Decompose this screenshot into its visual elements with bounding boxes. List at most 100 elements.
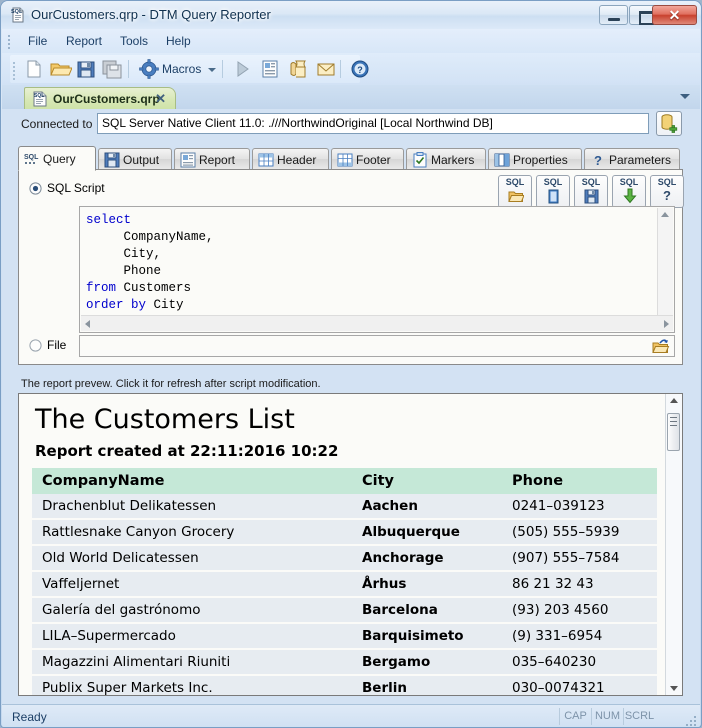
open-folder-refresh-icon[interactable] bbox=[652, 338, 670, 355]
status-message: Ready bbox=[12, 710, 47, 724]
status-badge-cap: CAP bbox=[559, 708, 591, 725]
table-row: Galería del gastrónomoBarcelona(93) 203 … bbox=[32, 597, 657, 623]
table-cell-phone: 86 21 32 43 bbox=[502, 571, 657, 597]
tab-report[interactable]: Report bbox=[174, 148, 250, 170]
sql-script-radio[interactable] bbox=[29, 182, 42, 195]
scroll-up-arrow-icon[interactable] bbox=[661, 212, 669, 217]
table-cell-phone: (93) 203 4560 bbox=[502, 597, 657, 623]
chevron-down-icon[interactable] bbox=[680, 94, 690, 99]
script-icon[interactable] bbox=[286, 58, 310, 80]
tab-label: Header bbox=[277, 153, 316, 167]
menu-item-report[interactable]: Report bbox=[60, 32, 108, 50]
tab-header[interactable]: Header bbox=[252, 148, 329, 170]
table-cell-phone: (907) 555–7584 bbox=[502, 545, 657, 571]
report-table: CompanyName City Phone Drachenblut Delik… bbox=[32, 468, 657, 696]
close-icon: ✕ bbox=[653, 6, 696, 24]
save-all-icon[interactable] bbox=[100, 58, 124, 80]
sql-help-button[interactable]: SQL ? bbox=[650, 175, 684, 208]
scroll-left-arrow-icon[interactable] bbox=[85, 320, 90, 328]
sql-button-label: SQL bbox=[575, 177, 607, 187]
table-cell-city: Anchorage bbox=[352, 545, 502, 571]
sql-button-label: SQL bbox=[651, 177, 683, 187]
tab-parameters[interactable]: ? Parameters bbox=[584, 148, 680, 170]
document-tab-strip: SQL OurCustomers.qrp ✕ bbox=[2, 85, 700, 110]
menu-item-tools[interactable]: Tools bbox=[114, 32, 154, 50]
tab-query[interactable]: SQL Query bbox=[18, 146, 96, 171]
report-preview[interactable]: The Customers List Report created at 22:… bbox=[18, 393, 683, 696]
add-database-button[interactable] bbox=[656, 111, 682, 136]
close-button[interactable]: ✕ bbox=[652, 5, 697, 25]
menu-bar: File Report Tools Help bbox=[2, 29, 700, 53]
sql-execute-button[interactable]: SQL bbox=[612, 175, 646, 208]
mail-icon[interactable] bbox=[314, 58, 338, 80]
table-row: Publix Super Markets Inc.Berlin030–00743… bbox=[32, 675, 657, 696]
tab-label: Properties bbox=[513, 153, 568, 167]
table-cell-company: Rattlesnake Canyon Grocery bbox=[32, 519, 352, 545]
table-cell-city: Århus bbox=[352, 571, 502, 597]
table-row: Magazzini Alimentari RiunitiBergamo035–6… bbox=[32, 649, 657, 675]
macros-gear-icon[interactable] bbox=[137, 58, 161, 80]
save-icon[interactable] bbox=[74, 58, 98, 80]
document-tab-ourcustomers[interactable]: SQL OurCustomers.qrp ✕ bbox=[24, 87, 176, 109]
table-cell-phone: 030–0074321 bbox=[502, 675, 657, 696]
tab-label: Output bbox=[123, 153, 159, 167]
sql-document-icon: SQL bbox=[9, 6, 27, 24]
help-icon[interactable]: ? bbox=[348, 58, 372, 80]
tab-properties[interactable]: Properties bbox=[488, 148, 582, 170]
scroll-right-arrow-icon[interactable] bbox=[664, 320, 669, 328]
new-file-icon[interactable] bbox=[22, 58, 46, 80]
table-cell-city: Aachen bbox=[352, 494, 502, 519]
svg-text:SQL: SQL bbox=[11, 9, 23, 15]
editor-horizontal-scrollbar[interactable] bbox=[81, 315, 673, 331]
sql-new-button[interactable]: SQL bbox=[536, 175, 570, 208]
status-badge-num: NUM bbox=[591, 708, 623, 725]
sql-open-button[interactable]: SQL bbox=[498, 175, 532, 208]
menu-item-help[interactable]: Help bbox=[160, 32, 197, 50]
menu-item-file[interactable]: File bbox=[22, 32, 53, 50]
close-icon[interactable]: ✕ bbox=[155, 91, 166, 107]
minimize-button[interactable] bbox=[599, 5, 628, 25]
clipboard-check-icon bbox=[412, 152, 428, 168]
report-icon[interactable] bbox=[258, 58, 282, 80]
file-path-input[interactable] bbox=[79, 335, 675, 357]
file-label[interactable]: File bbox=[47, 338, 66, 352]
tab-output[interactable]: Output bbox=[98, 148, 172, 170]
toolbar-strip: Macros bbox=[10, 55, 360, 83]
scroll-down-arrow-icon[interactable] bbox=[670, 686, 678, 691]
svg-text:?: ? bbox=[357, 65, 363, 75]
preview-hint: The report prevew. Click it for refresh … bbox=[18, 375, 683, 393]
open-folder-icon[interactable] bbox=[48, 58, 72, 80]
tab-label: Footer bbox=[356, 153, 391, 167]
tab-markers[interactable]: Markers bbox=[406, 148, 486, 170]
resize-grip-icon[interactable] bbox=[685, 715, 696, 726]
table-cell-phone: 035–640230 bbox=[502, 649, 657, 675]
tab-footer[interactable]: Footer bbox=[331, 148, 404, 170]
file-radio[interactable] bbox=[29, 339, 42, 352]
table-cell-company: Magazzini Alimentari Riuniti bbox=[32, 649, 352, 675]
sql-script-label[interactable]: SQL Script bbox=[47, 181, 105, 195]
sql-button-label: SQL bbox=[613, 177, 645, 187]
table-cell-city: Albuquerque bbox=[352, 519, 502, 545]
scroll-up-arrow-icon[interactable] bbox=[670, 398, 678, 403]
chevron-down-icon[interactable] bbox=[208, 68, 216, 72]
question-mark-icon: ? bbox=[651, 188, 683, 203]
editor-vertical-scrollbar[interactable] bbox=[657, 208, 673, 316]
question-mark-icon: ? bbox=[590, 152, 606, 168]
connection-string-field[interactable]: SQL Server Native Client 11.0: .///North… bbox=[97, 113, 649, 134]
run-icon[interactable] bbox=[230, 58, 254, 80]
column-header-companyname: CompanyName bbox=[32, 468, 352, 494]
scrollbar-thumb[interactable] bbox=[667, 413, 680, 451]
table-cell-phone: (9) 331–6954 bbox=[502, 623, 657, 649]
preview-vertical-scrollbar[interactable] bbox=[665, 394, 682, 695]
report-subtitle: Report created at 22:11:2016 10:22 bbox=[35, 442, 338, 460]
report-title: The Customers List bbox=[35, 404, 295, 435]
macros-label[interactable]: Macros bbox=[162, 62, 201, 76]
tab-label: Query bbox=[43, 152, 76, 166]
sql-editor[interactable]: select CompanyName, City, Phonefrom Cust… bbox=[79, 206, 675, 333]
document-tab-label: OurCustomers.qrp bbox=[53, 92, 160, 106]
sql-save-button[interactable]: SQL bbox=[574, 175, 608, 208]
report-icon bbox=[180, 152, 196, 168]
connection-label: Connected to bbox=[21, 117, 92, 131]
table-cell-phone: (505) 555–5939 bbox=[502, 519, 657, 545]
status-bar: Ready CAP NUM SCRL bbox=[2, 704, 700, 728]
